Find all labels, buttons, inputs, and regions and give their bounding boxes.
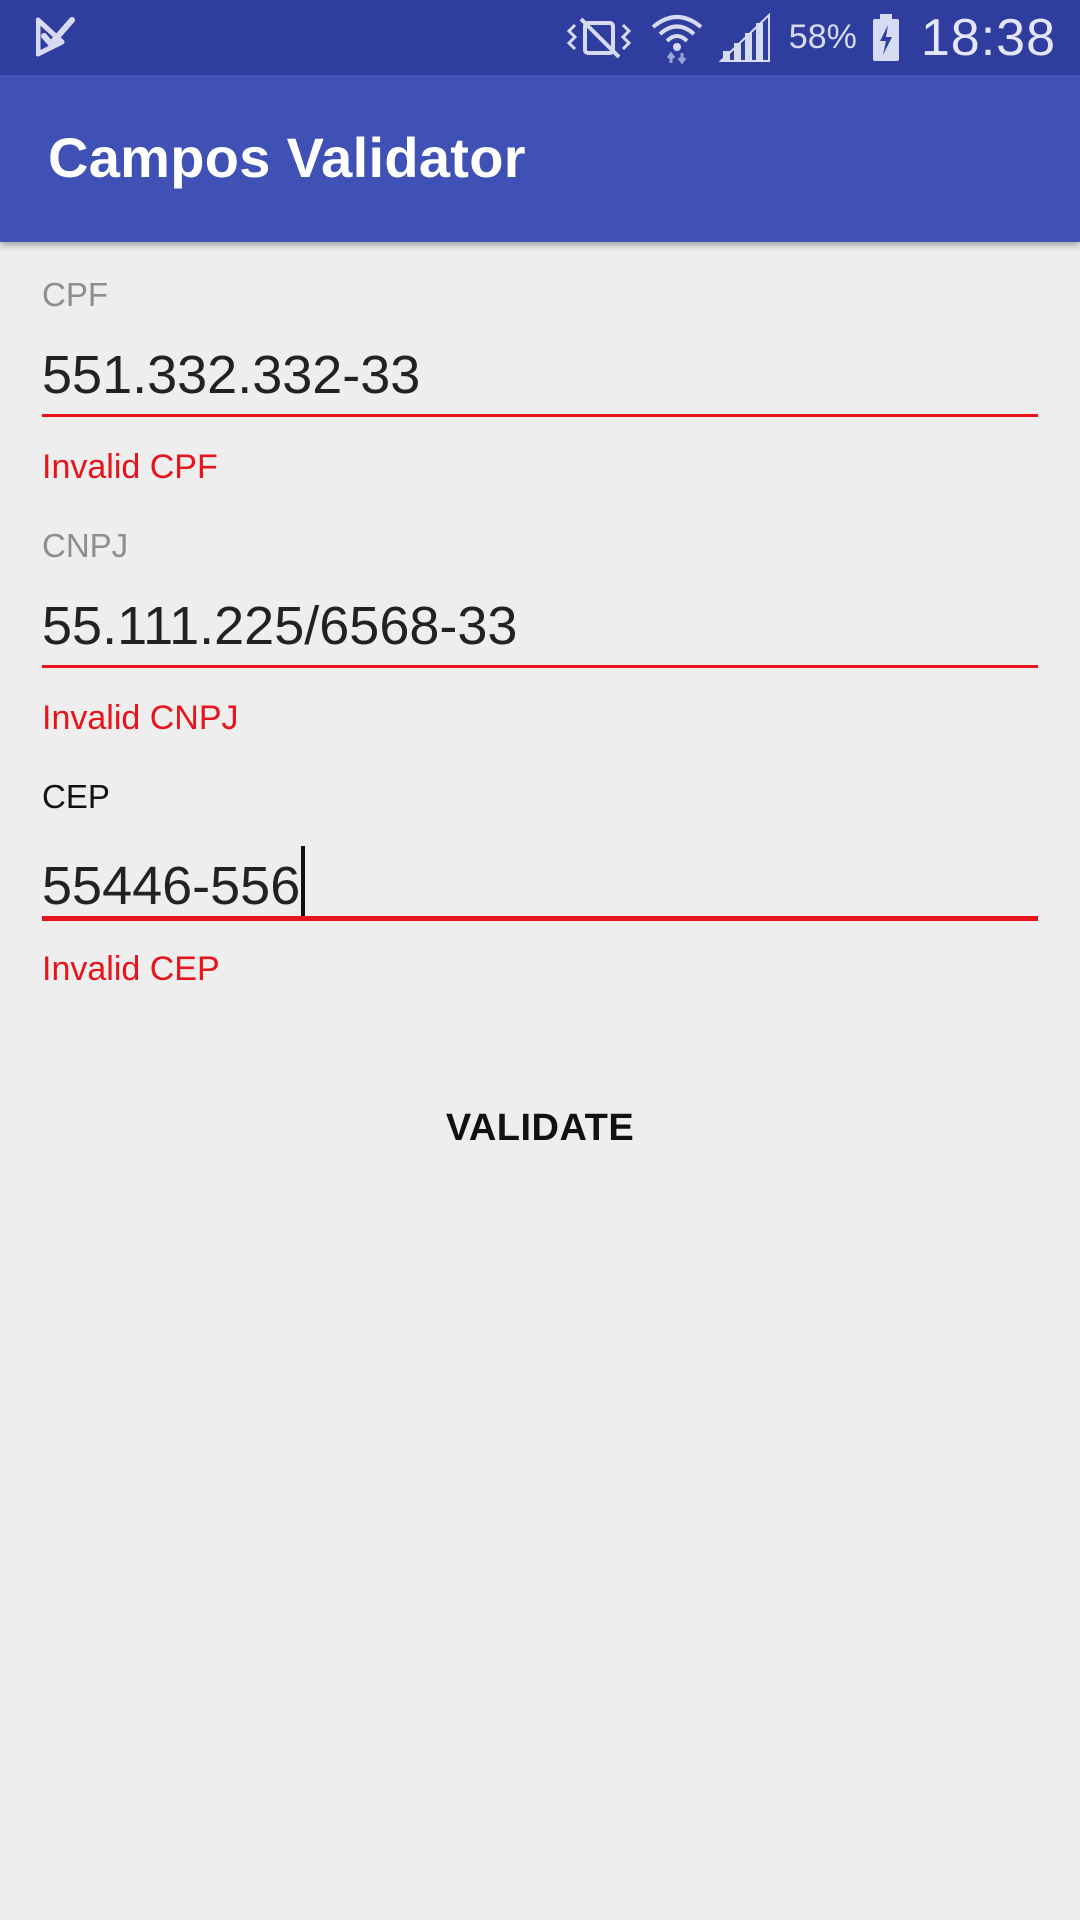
- cep-input[interactable]: 55446-556: [42, 846, 306, 918]
- app-title: Campos Validator: [48, 126, 526, 189]
- status-bar: 58% 18:38: [0, 0, 1080, 75]
- cep-label: CEP: [42, 778, 110, 815]
- cep-error: Invalid CEP: [42, 950, 220, 988]
- text-cursor: [301, 846, 306, 918]
- wifi-icon: [651, 14, 703, 64]
- battery-percent: 58%: [788, 18, 857, 56]
- cpf-error: Invalid CPF: [42, 448, 218, 486]
- cpf-underline: [42, 414, 1038, 417]
- cnpj-underline: [42, 665, 1038, 668]
- validate-button[interactable]: VALIDATE: [340, 1090, 740, 1166]
- cpf-input[interactable]: 551.332.332-33: [42, 344, 420, 406]
- cnpj-error: Invalid CNPJ: [42, 699, 239, 737]
- cpf-label: CPF: [42, 276, 108, 313]
- check-notification-icon: [36, 17, 75, 57]
- app-bar: Campos Validator: [0, 75, 1080, 242]
- cep-input-text: 55446-556: [42, 856, 301, 916]
- cnpj-label: CNPJ: [42, 527, 129, 564]
- battery-charging-icon: [872, 13, 899, 61]
- status-icons: 58% 18:38: [549, 0, 1056, 75]
- clock: 18:38: [920, 8, 1056, 67]
- vibrate-mute-icon: [566, 17, 631, 58]
- signal-icon: [718, 12, 770, 62]
- cnpj-input[interactable]: 55.111.225/6568-33: [42, 595, 517, 657]
- cep-underline: [42, 916, 1038, 921]
